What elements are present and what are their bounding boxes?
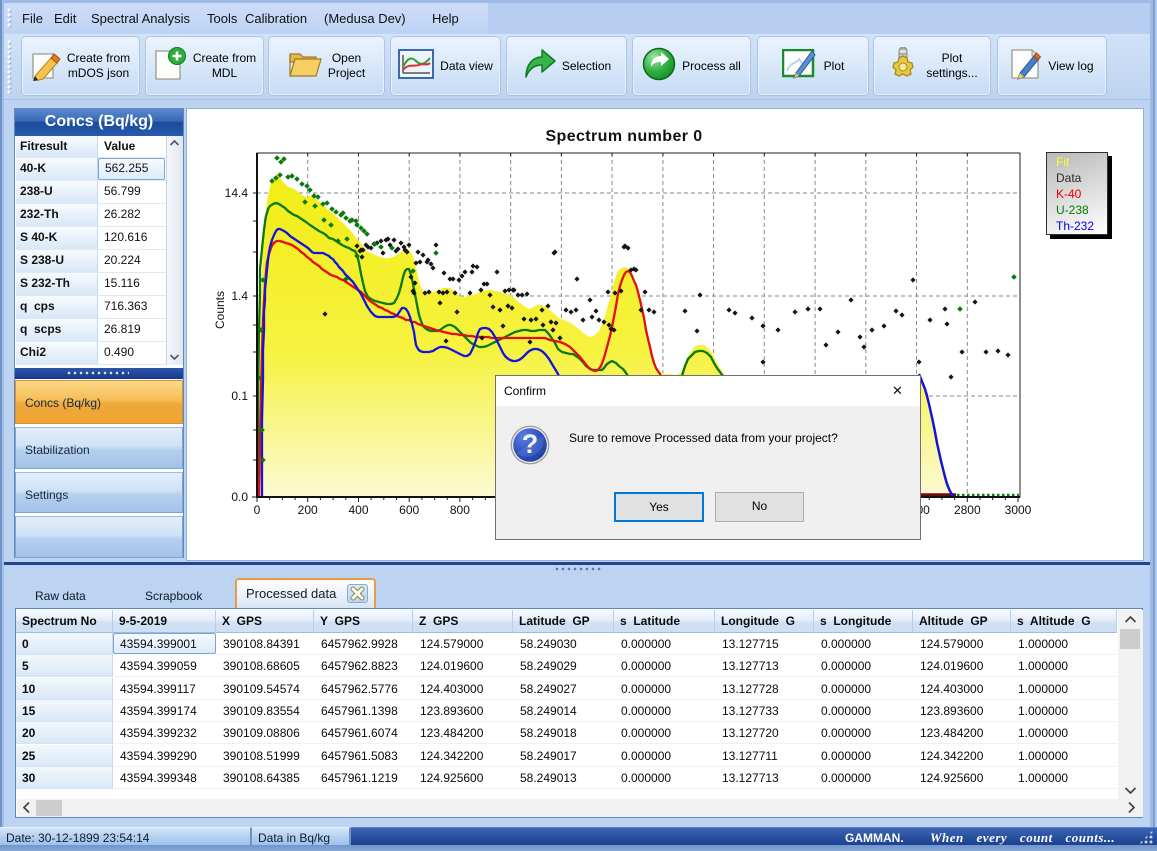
svg-text:Spectrum number 0: Spectrum number 0: [545, 128, 702, 145]
svg-text:400: 400: [348, 503, 368, 517]
svg-text:2800: 2800: [954, 503, 981, 517]
svg-text:14.4: 14.4: [225, 186, 249, 200]
svg-text:1.4: 1.4: [231, 289, 248, 303]
svg-text:3000: 3000: [1005, 503, 1032, 517]
svg-text:0.0: 0.0: [231, 490, 248, 504]
svg-text:800: 800: [450, 503, 470, 517]
svg-text:?: ?: [522, 429, 539, 459]
svg-text:200: 200: [298, 503, 318, 517]
svg-text:0.1: 0.1: [231, 389, 248, 403]
svg-text:600: 600: [399, 503, 419, 517]
svg-text:Counts: Counts: [213, 291, 227, 329]
svg-text:0: 0: [254, 503, 261, 517]
